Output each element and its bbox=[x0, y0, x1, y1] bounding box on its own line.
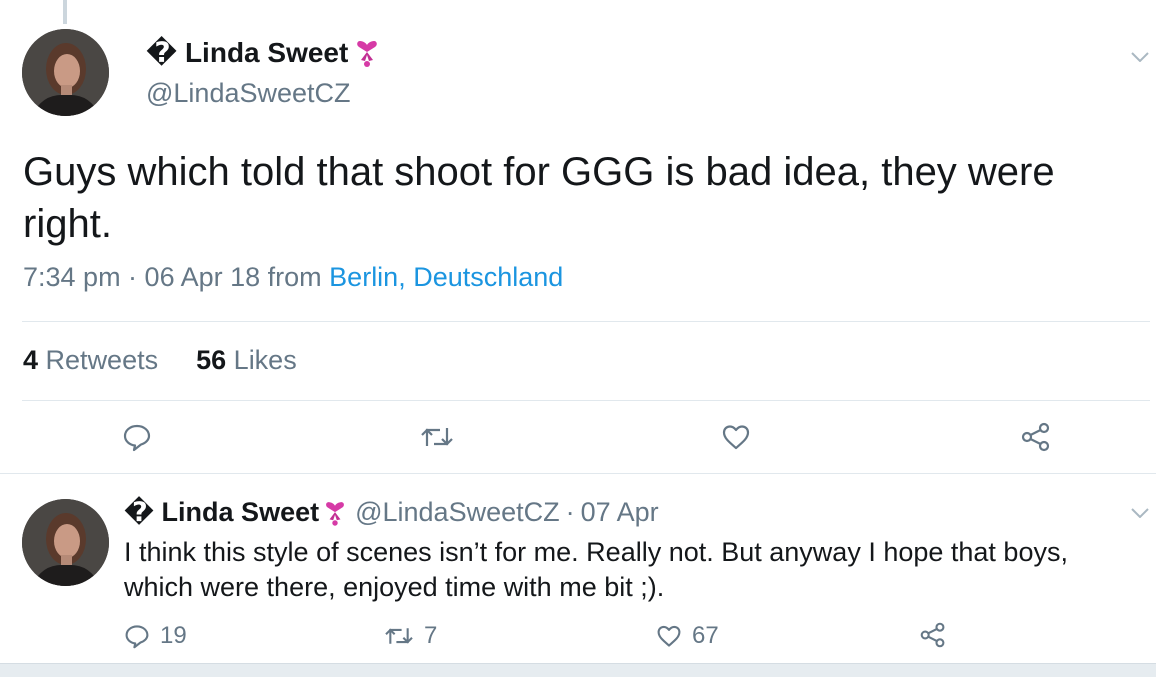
author-handle[interactable]: @LindaSweetCZ bbox=[355, 497, 560, 528]
divider bbox=[22, 400, 1150, 401]
ribbon-heart-icon bbox=[357, 40, 378, 67]
divider bbox=[0, 473, 1156, 474]
retweet-count: 7 bbox=[424, 622, 438, 649]
reply-text: I think this style of scenes isn’t for m… bbox=[124, 537, 1068, 602]
separator-dot: · bbox=[565, 497, 575, 527]
reply-icon bbox=[125, 625, 149, 649]
tweet-stats: 4 Retweets 56 Likes bbox=[23, 345, 335, 376]
like-count: 67 bbox=[692, 622, 719, 649]
like-icon bbox=[722, 425, 750, 450]
share-icon bbox=[920, 622, 945, 648]
retweets-stat[interactable]: 4 Retweets bbox=[23, 345, 158, 376]
retweet-button[interactable]: 7 bbox=[384, 622, 437, 650]
chevron-down-icon[interactable] bbox=[1131, 508, 1149, 518]
tweet-detail-page: � Linda Sweet @LindaSweetCZ Guys which t… bbox=[0, 0, 1156, 677]
share-icon bbox=[1021, 422, 1050, 452]
reply-header: � Linda Sweet @LindaSweetCZ · 07 Apr bbox=[124, 497, 659, 528]
retweets-count: 4 bbox=[23, 345, 39, 375]
avatar[interactable] bbox=[22, 29, 109, 116]
author-name[interactable]: � Linda Sweet bbox=[146, 36, 348, 69]
share-button[interactable] bbox=[1020, 422, 1052, 452]
author-handle[interactable]: @LindaSweetCZ bbox=[146, 78, 351, 109]
reply-date[interactable]: 07 Apr bbox=[581, 497, 659, 528]
like-icon bbox=[657, 625, 681, 647]
retweets-label: Retweets bbox=[45, 345, 159, 375]
likes-count: 56 bbox=[196, 345, 227, 375]
thread-connector-line bbox=[63, 0, 67, 24]
tweet-timestamp[interactable]: 7:34 pm · 06 Apr 18 from bbox=[23, 262, 322, 292]
ribbon-heart-icon bbox=[326, 501, 345, 526]
likes-label: Likes bbox=[233, 345, 297, 375]
share-button[interactable] bbox=[919, 622, 947, 648]
reply-count: 19 bbox=[160, 622, 187, 649]
like-button[interactable] bbox=[721, 422, 751, 452]
likes-stat[interactable]: 56 Likes bbox=[196, 345, 297, 376]
profile-photo-icon bbox=[22, 29, 109, 116]
reply-button[interactable] bbox=[122, 422, 152, 452]
avatar[interactable] bbox=[22, 499, 109, 586]
retweet-icon bbox=[385, 628, 413, 644]
author-name-row[interactable]: � Linda Sweet bbox=[146, 36, 378, 69]
divider bbox=[22, 321, 1150, 322]
profile-photo-icon bbox=[22, 499, 109, 586]
retweet-button[interactable] bbox=[420, 422, 454, 452]
author-name[interactable]: � Linda Sweet bbox=[124, 497, 319, 528]
tweet-location-link[interactable]: Berlin, Deutschland bbox=[329, 262, 563, 292]
chevron-down-icon[interactable] bbox=[1131, 52, 1149, 62]
retweet-icon bbox=[421, 428, 453, 446]
reply-button[interactable]: 19 bbox=[124, 622, 187, 650]
tweet-text: Guys which told that shoot for GGG is ba… bbox=[23, 150, 1055, 246]
timeline-separator bbox=[0, 663, 1156, 677]
tweet-meta: 7:34 pm · 06 Apr 18 from Berlin, Deutsch… bbox=[23, 262, 563, 293]
reply-icon bbox=[123, 424, 151, 452]
like-button[interactable]: 67 bbox=[656, 622, 719, 650]
